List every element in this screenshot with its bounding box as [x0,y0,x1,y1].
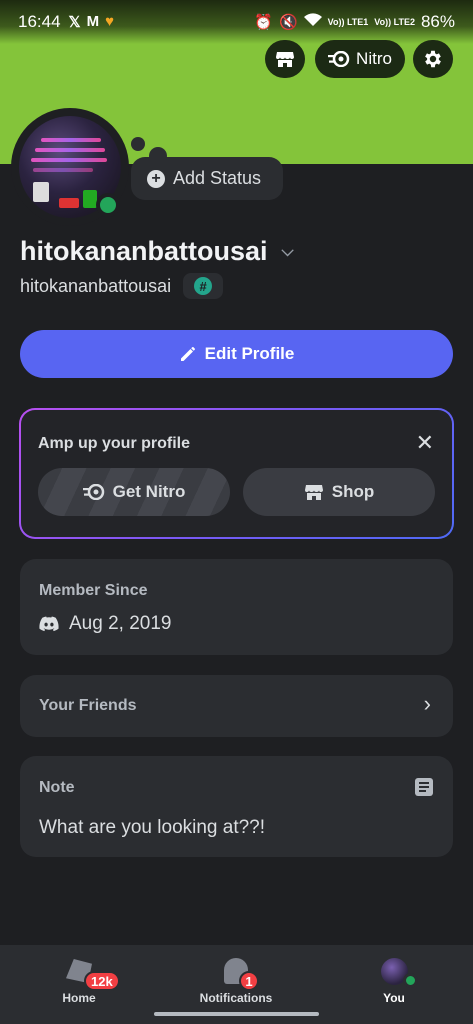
amp-card-title: Amp up your profile [38,435,190,452]
signal-lte1-icon: Vo)) LTE1 [327,16,369,27]
display-name-row[interactable]: hitokananbattousai ⌵ [20,236,294,267]
x-icon: 𝕏 [68,14,81,31]
username-row: hitokananbattousai # [20,273,224,299]
mute-icon: 🔇 [278,14,298,31]
discord-icon [39,616,59,632]
nav-you-label: You [383,991,405,1005]
shop-label: Shop [331,482,375,501]
settings-button[interactable] [413,40,453,78]
your-friends-label: Your Friends [39,697,137,714]
nitro-button[interactable]: Nitro [315,40,405,78]
pencil-icon [180,347,195,361]
shop-card-button[interactable]: Shop [243,468,435,516]
add-status-label: Add Status [173,168,262,188]
gmail-icon: M [86,13,100,30]
hashtag-icon: # [194,277,213,295]
wifi-icon [303,13,322,31]
nav-home-label: Home [62,991,96,1005]
close-icon[interactable]: ✕ [416,430,434,456]
note-label: Note [39,779,75,796]
battery-level: 86% [420,12,455,31]
member-since-date: Aug 2, 2019 [69,613,172,634]
online-status-dot [403,973,418,988]
notifications-badge: 1 [239,971,259,991]
shop-button[interactable] [265,40,305,78]
online-status-dot [96,193,120,217]
edit-profile-button[interactable]: Edit Profile [20,330,453,378]
nav-notifications[interactable]: 1 Notifications [166,945,306,1005]
get-nitro-label: Get Nitro [112,482,186,501]
shop-icon [276,52,294,67]
nav-home[interactable]: 12k Home [9,945,149,1005]
nav-you[interactable]: You [324,945,464,1005]
display-name: hitokananbattousai [20,236,268,266]
amp-up-card: Amp up your profile ✕ Get Nitro Shop [19,408,454,539]
nitro-label: Nitro [356,49,392,68]
note-card[interactable]: Note What are you looking at??! [20,756,453,857]
gear-icon [425,50,441,68]
status-bubble-dot [131,137,145,151]
signal-lte2-icon: Vo)) LTE2 [374,16,415,27]
get-nitro-button[interactable]: Get Nitro [38,468,230,516]
edit-profile-label: Edit Profile [204,344,295,363]
note-text: What are you looking at??! [39,817,266,838]
username: hitokananbattousai [20,275,172,296]
plus-circle-icon: + [147,169,165,188]
status-bar: 16:44 𝕏 M ♥ ⏰ 🔇 Vo)) LTE1 Vo)) LTE2 86% [0,0,473,44]
tag-badge[interactable]: # [183,273,224,299]
your-friends-card[interactable]: Your Friends › [20,675,453,737]
member-since-label: Member Since [39,582,148,599]
nitro-icon [82,484,104,500]
alarm-icon: ⏰ [254,14,273,31]
status-time: 16:44 [18,12,61,31]
chevron-down-icon: ⌵ [281,242,294,260]
note-icon [415,778,433,796]
heart-icon: ♥ [105,13,115,30]
shop-icon [304,485,323,500]
home-badge: 12k [84,971,120,991]
home-indicator[interactable] [154,1012,319,1016]
nitro-icon [328,51,350,67]
chevron-right-icon: › [423,691,431,716]
member-since-card: Member Since Aug 2, 2019 [20,559,453,655]
nav-notifications-label: Notifications [199,991,273,1005]
add-status-button[interactable]: + Add Status [131,157,283,200]
